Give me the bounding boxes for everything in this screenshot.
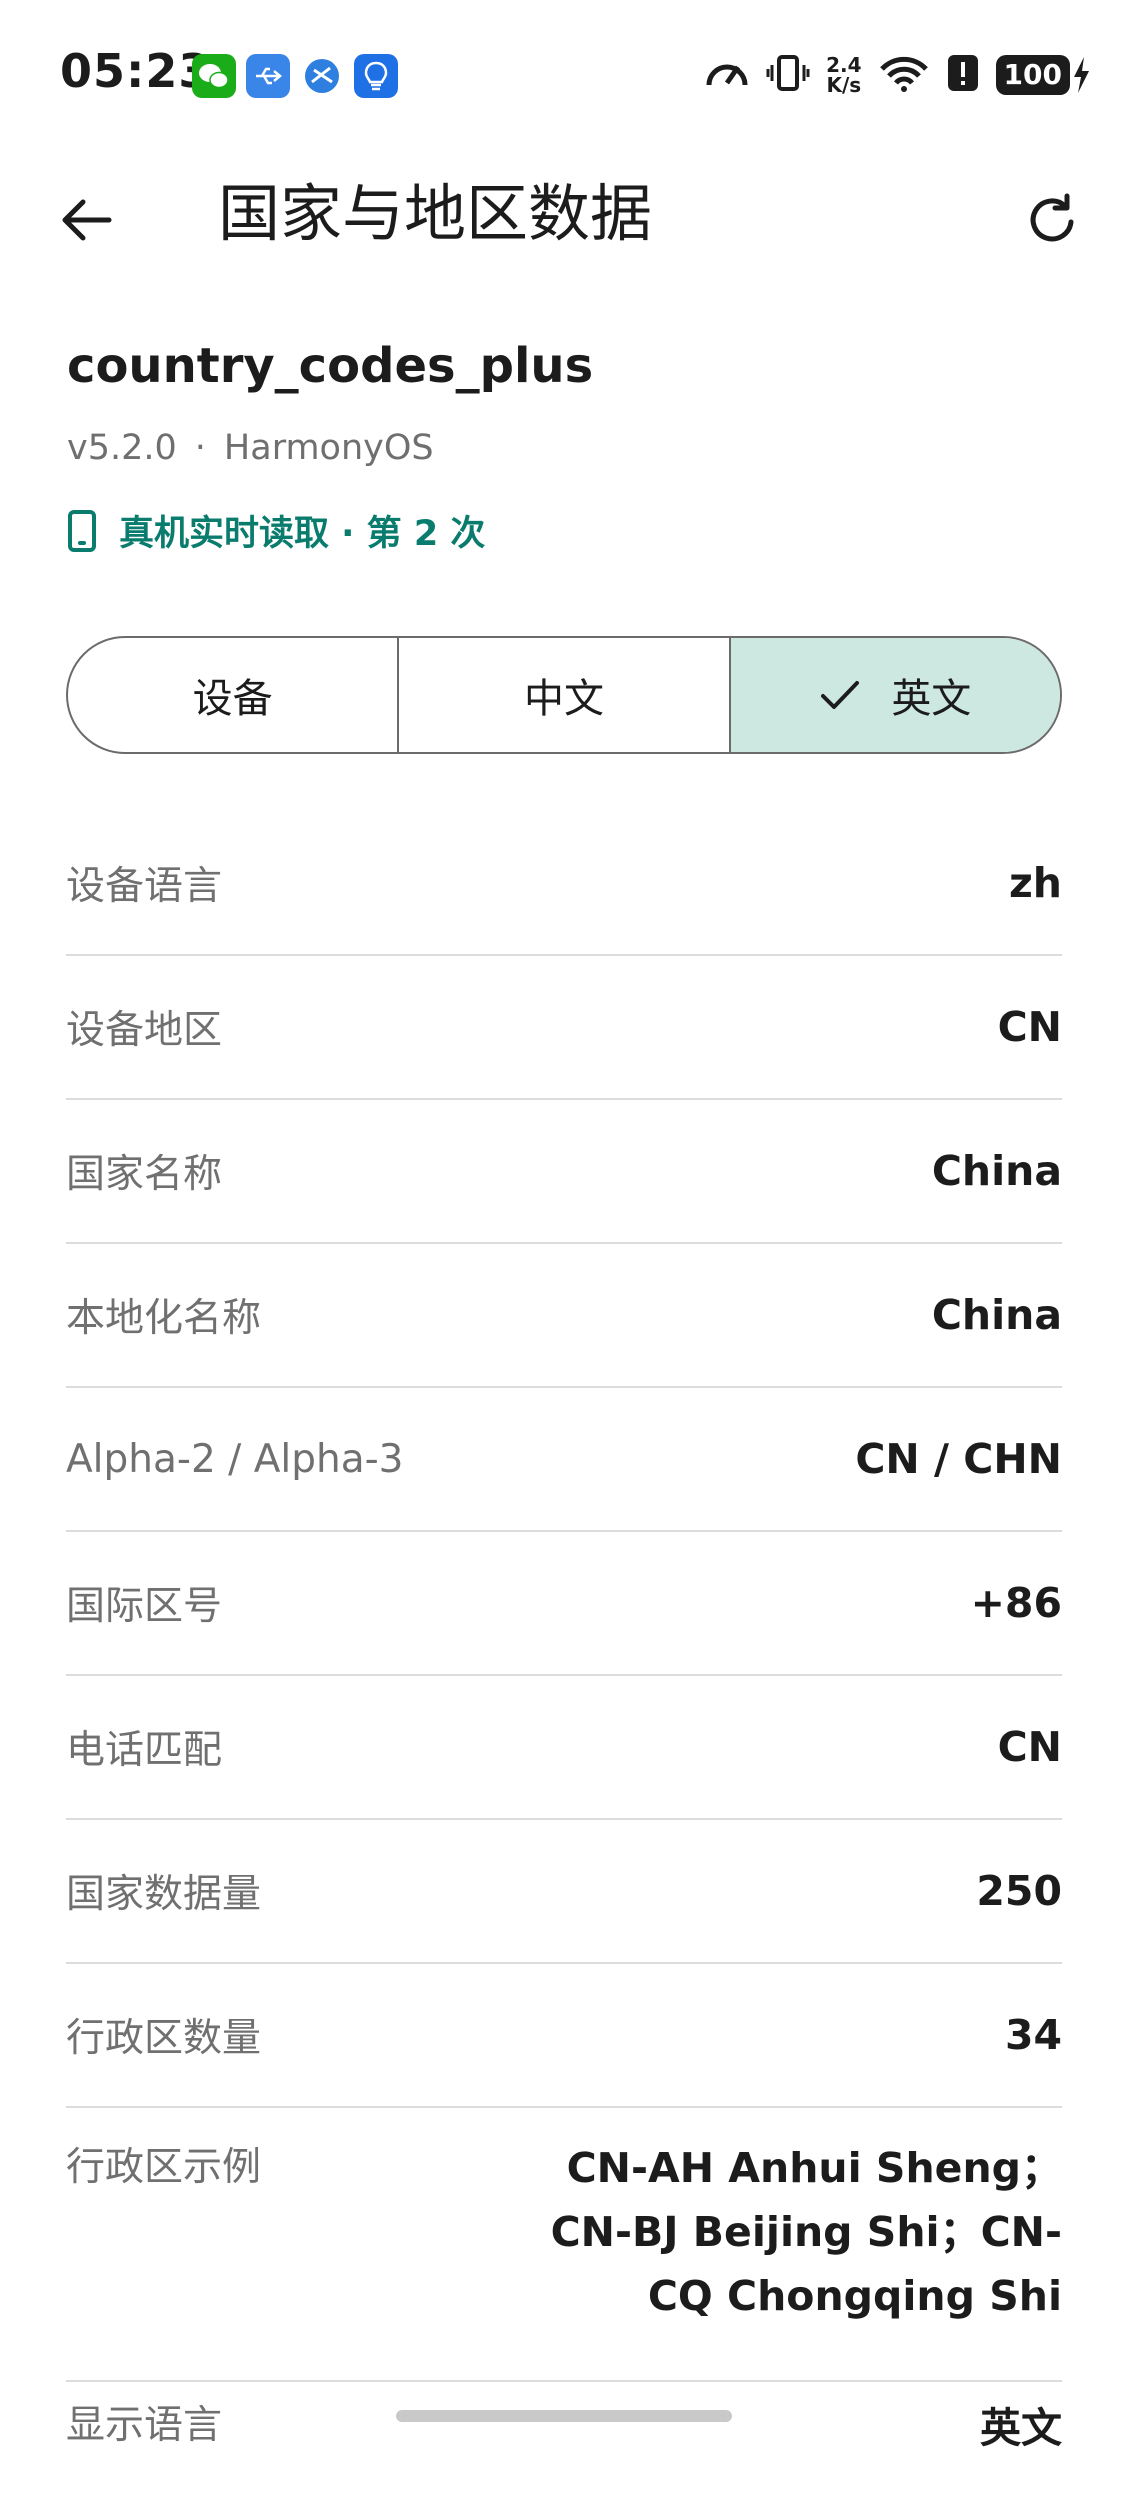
row-value: China [931, 1147, 1062, 1195]
info-row-phone-match: 电话匹配 CN [66, 1676, 1062, 1820]
segment-label: 英文 [891, 676, 972, 722]
status-time: 05:23 [60, 44, 212, 98]
info-row-device-region: 设备地区 CN [66, 956, 1062, 1100]
row-value: CN [997, 1003, 1062, 1051]
row-label: 设备语言 [66, 864, 223, 909]
row-label: 行政区数量 [66, 2016, 262, 2061]
info-row-subdivision-count: 行政区数量 34 [66, 1964, 1062, 2108]
row-label: 设备地区 [66, 1008, 223, 1053]
row-label: 行政区示例 [66, 2145, 262, 2190]
network-speed: 2.4 K/s [826, 53, 862, 97]
usb-icon [246, 54, 290, 98]
info-row-display-language: 显示语言 英文 [66, 2382, 1062, 2502]
row-value: 英文 [980, 2404, 1062, 2452]
arrow-left-icon [62, 199, 112, 241]
row-value: CN-AH Anhui Sheng； CN-BJ Beijing Shi；CN-… [502, 2136, 1062, 2328]
row-label: 国家名称 [66, 1152, 223, 1197]
info-row-country-name: 国家名称 China [66, 1100, 1062, 1244]
charging-icon [1074, 57, 1089, 93]
page-title: 国家与地区数据 [218, 177, 653, 250]
row-label: 电话匹配 [66, 1728, 223, 1773]
alert-icon [946, 53, 980, 97]
segment-english[interactable]: 英文 [730, 638, 1060, 752]
check-icon [819, 678, 861, 712]
package-meta: v5.2.0 · HarmonyOS [67, 428, 434, 468]
meta-separator: · [194, 428, 206, 468]
browser-icon [300, 54, 344, 98]
home-indicator[interactable] [396, 2410, 732, 2422]
back-button[interactable] [50, 185, 120, 255]
row-value: CN / CHN [855, 1435, 1062, 1483]
value-line: CN-AH Anhui Sheng； [566, 2144, 1062, 2192]
live-read-label: 真机实时读取 · 第 2 次 [119, 514, 486, 554]
refresh-button[interactable] [1018, 185, 1088, 255]
live-read-status: 真机实时读取 · 第 2 次 [67, 505, 485, 556]
row-label: Alpha-2 / Alpha-3 [66, 1436, 404, 1482]
value-line: CQ Chongqing Shi [647, 2272, 1062, 2320]
app-bar: 国家与地区数据 [0, 150, 1128, 280]
info-row-dial-code: 国际区号 +86 [66, 1532, 1062, 1676]
row-value: 34 [1004, 2011, 1062, 2059]
row-label: 国际区号 [66, 1584, 223, 1629]
row-value: +86 [970, 1579, 1062, 1627]
battery-level: 100 [995, 55, 1070, 95]
row-label: 国家数据量 [66, 1872, 262, 1917]
segment-chinese[interactable]: 中文 [399, 638, 731, 752]
package-version: v5.2.0 [67, 428, 177, 468]
vibrate-icon [766, 51, 810, 99]
phone-icon [68, 509, 96, 552]
battery-indicator: 100 [995, 55, 1092, 95]
row-value: zh [1008, 859, 1062, 907]
row-value: 250 [976, 1867, 1062, 1915]
wifi-icon [878, 53, 930, 97]
info-row-country-count: 国家数据量 250 [66, 1820, 1062, 1964]
speedometer-icon [704, 53, 750, 97]
status-bar: 05:23 2.4 K/s 100 [0, 0, 1128, 150]
info-list: 设备语言 zh 设备地区 CN 国家名称 China 本地化名称 China A… [66, 812, 1062, 2502]
info-row-subdivision-examples: 行政区示例 CN-AH Anhui Sheng； CN-BJ Beijing S… [66, 2108, 1062, 2382]
info-row-device-language: 设备语言 zh [66, 812, 1062, 956]
row-label: 显示语言 [66, 2403, 223, 2448]
segment-label: 设备 [192, 676, 273, 722]
wechat-icon [192, 54, 236, 98]
segment-label: 中文 [523, 676, 604, 722]
value-line: CN-BJ Beijing Shi；CN- [550, 2208, 1062, 2256]
row-value: CN [997, 1723, 1062, 1771]
refresh-icon [1030, 193, 1074, 242]
info-row-localized-name: 本地化名称 China [66, 1244, 1062, 1388]
status-indicators: 2.4 K/s 100 [704, 48, 1092, 102]
row-value: China [931, 1291, 1062, 1339]
segment-device[interactable]: 设备 [68, 638, 400, 752]
row-label: 本地化名称 [66, 1296, 262, 1341]
tips-icon [354, 54, 398, 98]
language-segmented-control: 设备 中文 英文 [66, 636, 1062, 754]
info-row-alpha-codes: Alpha-2 / Alpha-3 CN / CHN [66, 1388, 1062, 1532]
package-platform: HarmonyOS [223, 428, 434, 468]
package-name: country_codes_plus [67, 338, 594, 394]
